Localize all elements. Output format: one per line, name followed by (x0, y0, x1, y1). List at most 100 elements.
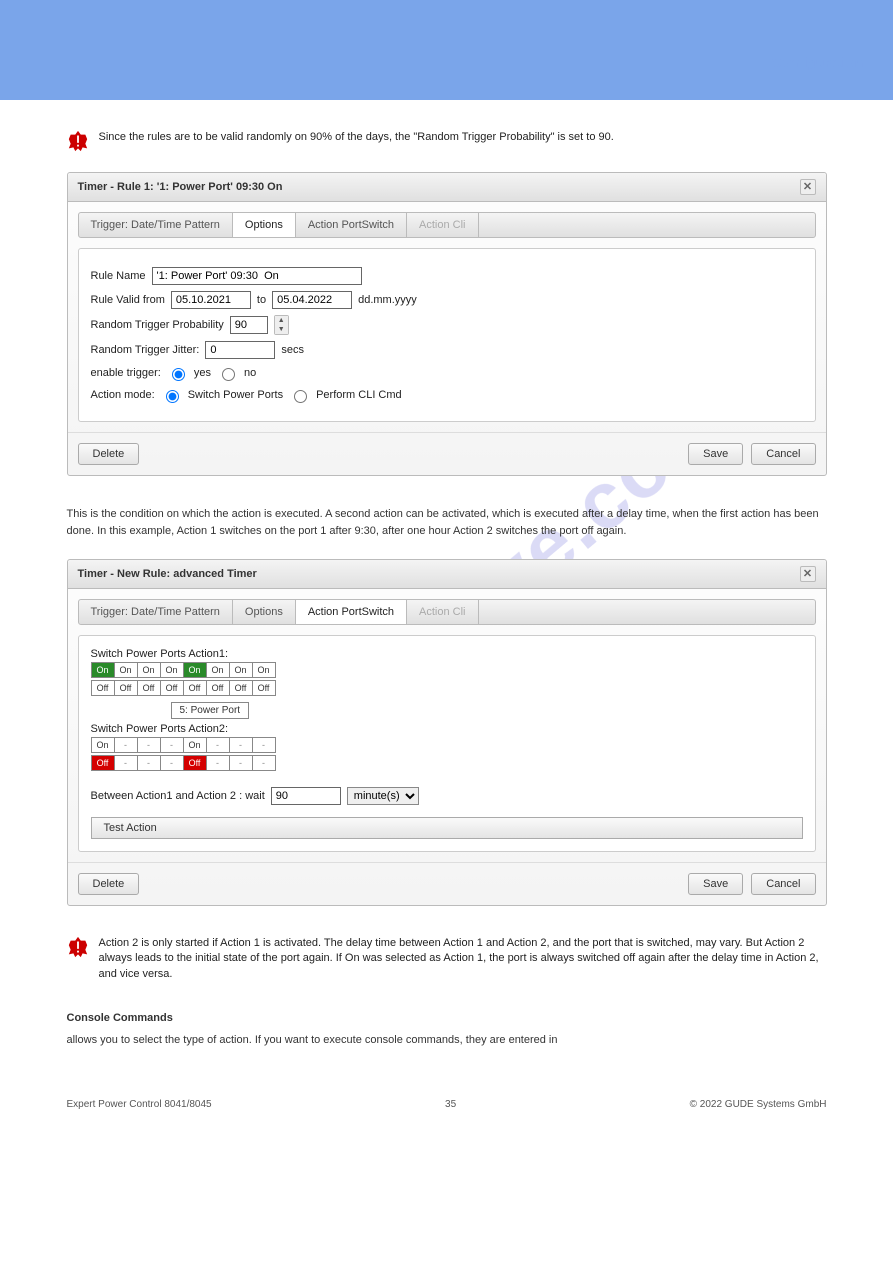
port-on-1[interactable]: On (91, 662, 115, 678)
section-title: Configuration (771, 54, 863, 70)
console-heading: Console Commands (67, 1012, 827, 1024)
wait-input[interactable] (271, 787, 341, 805)
port-on-2[interactable]: On (114, 662, 138, 678)
port2-off-4[interactable]: - (160, 755, 184, 771)
valid-from-label: Rule Valid from (91, 294, 165, 306)
port2-on-1[interactable]: On (91, 737, 115, 753)
port-off-2[interactable]: Off (114, 680, 138, 696)
port-off-4[interactable]: Off (160, 680, 184, 696)
action2-label: Switch Power Ports Action2: (91, 723, 803, 735)
cancel-button[interactable]: Cancel (751, 443, 815, 465)
options-panel: Timer - Rule 1: '1: Power Port' 09:30 On… (67, 172, 827, 476)
rule-name-input[interactable] (152, 267, 362, 285)
tab-options[interactable]: Options (233, 600, 296, 624)
note-1: Since the rules are to be valid randomly… (99, 130, 614, 145)
footer-right: © 2022 GUDE Systems GmbH (690, 1099, 827, 1110)
valid-from-input[interactable] (171, 291, 251, 309)
enable-yes-radio[interactable] (172, 368, 185, 381)
port2-on-2[interactable]: - (114, 737, 138, 753)
save-button[interactable]: Save (688, 443, 743, 465)
panel1-tabbar: Trigger: Date/Time Pattern Options Actio… (78, 212, 816, 238)
port2-off-8[interactable]: - (252, 755, 276, 771)
mode-cli-radio[interactable] (294, 390, 307, 403)
wait-label: Between Action1 and Action 2 : wait (91, 790, 265, 802)
portswitch-panel: Timer - New Rule: advanced Timer ✕ Trigg… (67, 559, 827, 906)
action1-on-row: On On On On On On On On (91, 662, 803, 678)
panel2-tabbar: Trigger: Date/Time Pattern Options Actio… (78, 599, 816, 625)
port2-on-4[interactable]: - (160, 737, 184, 753)
enable-no-radio[interactable] (222, 368, 235, 381)
note-2: Action 2 is only started if Action 1 is … (99, 936, 827, 982)
page-footer: Expert Power Control 8041/8045 35 © 2022… (67, 1089, 827, 1120)
mode-switch-label: Switch Power Ports (188, 389, 283, 401)
port2-off-7[interactable]: - (229, 755, 253, 771)
jitter-unit: secs (281, 344, 304, 356)
tab-trigger[interactable]: Trigger: Date/Time Pattern (79, 213, 233, 237)
port-off-6[interactable]: Off (206, 680, 230, 696)
footer-left: Expert Power Control 8041/8045 (67, 1099, 212, 1110)
port-off-7[interactable]: Off (229, 680, 253, 696)
date-hint: dd.mm.yyyy (358, 294, 417, 306)
jitter-input[interactable] (205, 341, 275, 359)
port-off-3[interactable]: Off (137, 680, 161, 696)
delete-button[interactable]: Delete (78, 443, 140, 465)
probability-stepper[interactable]: ▲▼ (274, 315, 289, 335)
port2-off-6[interactable]: - (206, 755, 230, 771)
port-on-7[interactable]: On (229, 662, 253, 678)
mode-switch-radio[interactable] (166, 390, 179, 403)
panel2-title: Timer - New Rule: advanced Timer (78, 568, 257, 580)
port-on-5[interactable]: On (183, 662, 207, 678)
tab-portswitch[interactable]: Action PortSwitch (296, 600, 407, 624)
mode-cli-label: Perform CLI Cmd (316, 389, 402, 401)
mode-label: Action mode: (91, 389, 155, 401)
action2-off-row: Off - - - Off - - - (91, 755, 803, 771)
rule-name-label: Rule Name (91, 270, 146, 282)
footer-page: 35 (445, 1099, 456, 1110)
delete-button[interactable]: Delete (78, 873, 140, 895)
port-off-1[interactable]: Off (91, 680, 115, 696)
enable-yes-label: yes (194, 367, 211, 379)
panel1-title: Timer - Rule 1: '1: Power Port' 09:30 On (78, 181, 283, 193)
tab-trigger[interactable]: Trigger: Date/Time Pattern (79, 600, 233, 624)
port-on-4[interactable]: On (160, 662, 184, 678)
test-action-button[interactable]: Test Action (91, 817, 803, 839)
close-icon[interactable]: ✕ (800, 179, 816, 195)
port2-on-5[interactable]: On (183, 737, 207, 753)
enable-label: enable trigger: (91, 367, 161, 379)
close-icon[interactable]: ✕ (800, 566, 816, 582)
enable-no-label: no (244, 367, 256, 379)
console-paragraph: allows you to select the type of action.… (67, 1032, 827, 1049)
cancel-button[interactable]: Cancel (751, 873, 815, 895)
valid-to-label: to (257, 294, 266, 306)
port-on-6[interactable]: On (206, 662, 230, 678)
action2-on-row: On - - - On - - - (91, 737, 803, 753)
tab-portswitch[interactable]: Action PortSwitch (296, 213, 407, 237)
valid-to-input[interactable] (272, 291, 352, 309)
warning-icon (67, 936, 89, 958)
tab-cli: Action Cli (407, 600, 478, 624)
save-button[interactable]: Save (688, 873, 743, 895)
mid-paragraph: This is the condition on which the actio… (67, 506, 827, 539)
port2-on-6[interactable]: - (206, 737, 230, 753)
action1-off-row: Off Off Off Off Off Off Off Off (91, 680, 803, 696)
jitter-label: Random Trigger Jitter: (91, 344, 200, 356)
port2-off-2[interactable]: - (114, 755, 138, 771)
port-on-3[interactable]: On (137, 662, 161, 678)
wait-unit-select[interactable]: minute(s) (347, 787, 419, 805)
port2-on-3[interactable]: - (137, 737, 161, 753)
port2-off-1[interactable]: Off (91, 755, 115, 771)
port2-off-5[interactable]: Off (183, 755, 207, 771)
port-on-8[interactable]: On (252, 662, 276, 678)
port2-on-8[interactable]: - (252, 737, 276, 753)
warning-icon (67, 130, 89, 152)
tab-cli: Action Cli (407, 213, 478, 237)
top-banner: Configuration (0, 0, 893, 100)
port-select-button[interactable]: 5: Power Port (171, 702, 250, 719)
port-off-5[interactable]: Off (183, 680, 207, 696)
port2-on-7[interactable]: - (229, 737, 253, 753)
tab-options[interactable]: Options (233, 213, 296, 237)
port-off-8[interactable]: Off (252, 680, 276, 696)
port2-off-3[interactable]: - (137, 755, 161, 771)
action1-label: Switch Power Ports Action1: (91, 648, 803, 660)
probability-input[interactable] (230, 316, 268, 334)
